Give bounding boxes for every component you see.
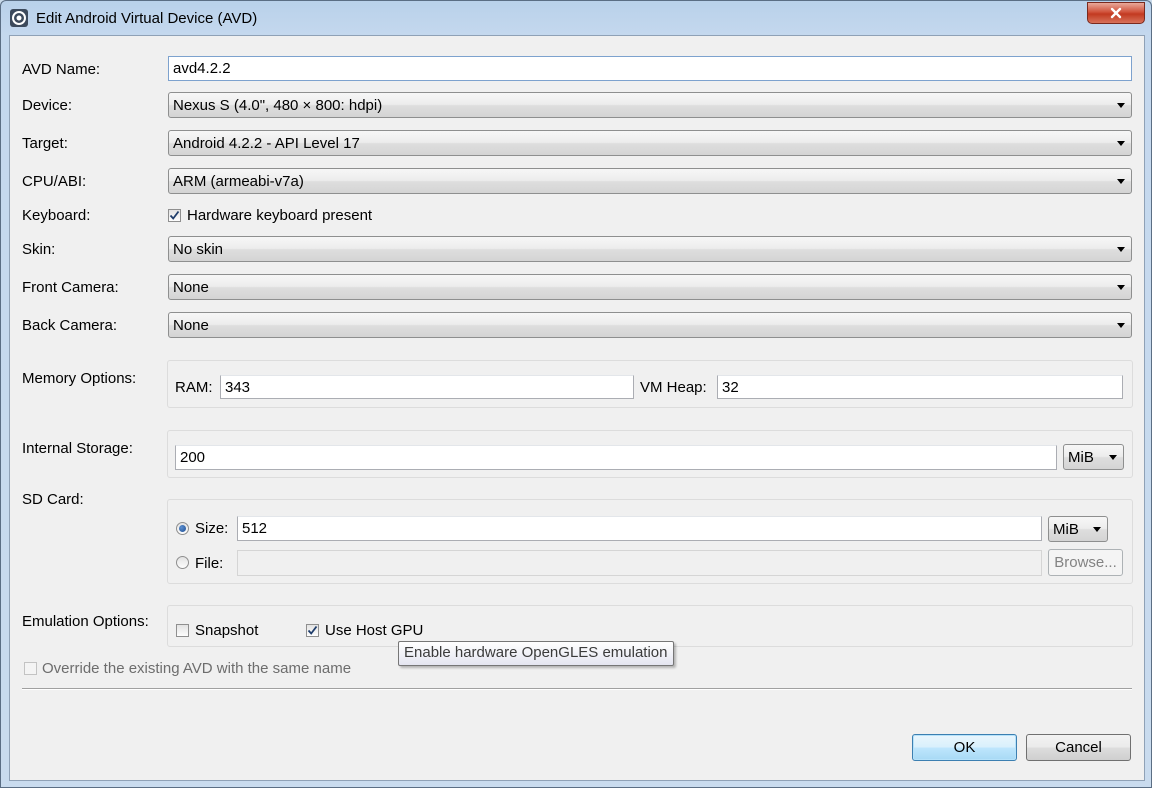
title-bar[interactable]: Edit Android Virtual Device (AVD)	[1, 1, 1151, 35]
close-icon	[1110, 7, 1122, 19]
chevron-down-icon	[1117, 247, 1125, 252]
vm-heap-label: VM Heap:	[640, 379, 707, 396]
emulation-options-label: Emulation Options:	[22, 613, 149, 630]
cpu-abi-value: ARM (armeabi-v7a)	[173, 172, 304, 190]
snapshot-label[interactable]: Snapshot	[195, 622, 258, 639]
skin-label: Skin:	[22, 241, 56, 258]
ram-label: RAM:	[175, 379, 213, 396]
window-title: Edit Android Virtual Device (AVD)	[36, 10, 258, 27]
cpu-abi-label: CPU/ABI:	[22, 173, 87, 190]
checkmark-icon	[307, 625, 318, 635]
sd-file-label[interactable]: File:	[195, 555, 223, 572]
sd-size-input[interactable]	[237, 516, 1042, 541]
separator	[22, 688, 1132, 690]
sd-size-unit-select[interactable]: MiB	[1048, 516, 1108, 542]
close-button[interactable]	[1087, 2, 1145, 24]
sd-size-radio[interactable]	[176, 522, 189, 535]
chevron-down-icon	[1109, 455, 1117, 460]
sd-card-label: SD Card:	[22, 491, 84, 508]
skin-value: No skin	[173, 240, 224, 258]
override-avd-checkbox[interactable]	[24, 662, 37, 675]
hardware-keyboard-label[interactable]: Hardware keyboard present	[187, 207, 372, 224]
chevron-down-icon	[1117, 179, 1125, 184]
back-camera-select[interactable]: None	[168, 312, 1132, 338]
skin-select[interactable]: No skin	[168, 236, 1132, 262]
sd-size-label[interactable]: Size:	[195, 520, 228, 537]
chevron-down-icon	[1093, 527, 1101, 532]
front-camera-value: None	[173, 278, 209, 296]
back-camera-value: None	[173, 316, 209, 334]
device-select[interactable]: Nexus S (4.0", 480 × 800: hdpi)	[168, 92, 1132, 118]
ok-button[interactable]: OK	[912, 734, 1017, 761]
front-camera-select[interactable]: None	[168, 274, 1132, 300]
hardware-keyboard-checkbox[interactable]	[168, 209, 181, 222]
dialog-content: AVD Name: Device: Nexus S (4.0", 480 × 8…	[9, 35, 1145, 781]
internal-storage-label: Internal Storage:	[22, 440, 133, 457]
internal-storage-input[interactable]	[175, 445, 1057, 470]
avd-name-label: AVD Name:	[22, 61, 101, 78]
host-gpu-tooltip: Enable hardware OpenGLES emulation	[398, 641, 674, 666]
back-camera-label: Back Camera:	[22, 317, 118, 334]
chevron-down-icon	[1117, 285, 1125, 290]
cancel-button[interactable]: Cancel	[1026, 734, 1131, 761]
radio-selected-dot	[179, 525, 186, 532]
target-label: Target:	[22, 135, 68, 152]
snapshot-checkbox[interactable]	[176, 624, 189, 637]
vm-heap-input[interactable]	[717, 375, 1123, 399]
device-label: Device:	[22, 97, 73, 114]
sd-file-input[interactable]	[237, 550, 1042, 576]
checkmark-icon	[169, 210, 180, 220]
sd-size-unit-value: MiB	[1053, 520, 1079, 538]
front-camera-label: Front Camera:	[22, 279, 119, 296]
ram-input[interactable]	[220, 375, 634, 399]
chevron-down-icon	[1117, 103, 1125, 108]
sd-file-radio[interactable]	[176, 556, 189, 569]
dialog-window: Edit Android Virtual Device (AVD) AVD Na…	[0, 0, 1152, 788]
target-value: Android 4.2.2 - API Level 17	[173, 134, 360, 152]
use-host-gpu-checkbox[interactable]	[306, 624, 319, 637]
keyboard-label: Keyboard:	[22, 207, 91, 224]
eclipse-app-icon	[10, 9, 28, 27]
override-avd-label[interactable]: Override the existing AVD with the same …	[42, 660, 351, 677]
device-value: Nexus S (4.0", 480 × 800: hdpi)	[173, 96, 383, 114]
use-host-gpu-label[interactable]: Use Host GPU	[325, 622, 423, 639]
chevron-down-icon	[1117, 141, 1125, 146]
cpu-abi-select[interactable]: ARM (armeabi-v7a)	[168, 168, 1132, 194]
memory-options-label: Memory Options:	[22, 370, 137, 387]
internal-storage-unit-value: MiB	[1068, 448, 1094, 466]
browse-button[interactable]: Browse...	[1048, 549, 1123, 576]
internal-storage-unit-select[interactable]: MiB	[1063, 444, 1124, 470]
avd-name-input[interactable]	[168, 56, 1132, 81]
target-select[interactable]: Android 4.2.2 - API Level 17	[168, 130, 1132, 156]
chevron-down-icon	[1117, 323, 1125, 328]
